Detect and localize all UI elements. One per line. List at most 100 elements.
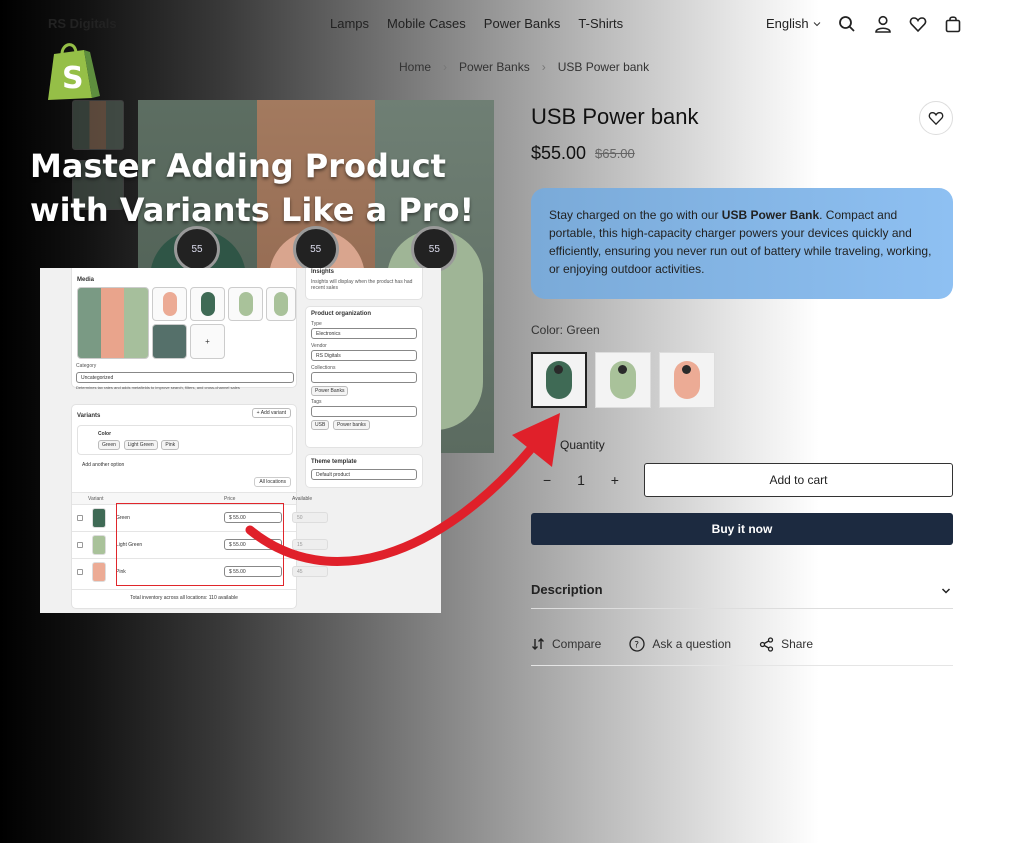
desc-bold: USB Power Bank (721, 208, 820, 222)
ask-question-action[interactable]: ? Ask a question (629, 636, 731, 652)
locations-select[interactable]: All locations (254, 477, 291, 487)
breadcrumb-current: USB Power bank (557, 60, 650, 74)
collections-input[interactable] (311, 372, 417, 383)
nav-item-mobile-cases[interactable]: Mobile Cases (387, 16, 466, 31)
breadcrumb: Home › Power Banks › USB Power bank (399, 60, 649, 74)
nav-item-t-shirts[interactable]: T-Shirts (578, 16, 623, 31)
variant-thumbnail (92, 562, 106, 582)
share-action[interactable]: Share (759, 636, 813, 652)
insights-label: Insights (311, 269, 335, 275)
ask-question-label: Ask a question (652, 637, 732, 651)
variants-card: Variants + Add variant Color Green Light… (71, 404, 328, 609)
compare-icon (532, 638, 544, 650)
add-media-tile[interactable]: + (190, 324, 225, 359)
collection-chip[interactable]: Power Banks (311, 386, 349, 396)
row-checkbox[interactable] (77, 542, 83, 548)
shopify-bag-icon: S (48, 43, 100, 100)
description-accordion[interactable]: Description (531, 582, 953, 609)
nav-item-power-banks[interactable]: Power Banks (484, 16, 561, 31)
tag-chip[interactable]: USB (311, 420, 330, 430)
product-price: $55.00 (531, 143, 587, 163)
heart-icon (928, 111, 944, 126)
swatch-image (674, 361, 700, 399)
media-tile[interactable] (228, 287, 263, 321)
type-input[interactable]: Electronics (311, 328, 417, 339)
wishlist-button[interactable] (919, 101, 953, 135)
row-checkbox[interactable] (77, 569, 83, 575)
media-label: Media (77, 277, 95, 283)
media-tile[interactable] (152, 287, 187, 321)
share-icon (759, 636, 774, 652)
product-title: USB Power bank (531, 104, 699, 129)
language-label: English (766, 16, 809, 31)
color-label-value: Green (566, 323, 600, 337)
search-icon[interactable] (837, 14, 857, 34)
variant-available-input[interactable]: 50 (292, 512, 328, 523)
language-selector[interactable]: English (766, 16, 821, 31)
headline: Master Adding Product with Variants Like… (30, 147, 475, 229)
gallery-thumbnail[interactable] (72, 100, 124, 150)
svg-text:S: S (62, 61, 84, 96)
inventory-total: Total inventory across all locations: 11… (72, 589, 296, 601)
media-tile[interactable] (266, 287, 296, 321)
media-main-tile[interactable] (77, 287, 149, 359)
description-label: Description (531, 582, 603, 597)
row-checkbox[interactable] (77, 515, 83, 521)
product-compare-price: $65.00 (595, 146, 635, 161)
wishlist-icon[interactable] (908, 14, 928, 34)
category-select[interactable]: Uncategorized (76, 372, 294, 383)
insights-text: Insights will display when the product h… (311, 279, 413, 291)
account-icon[interactable] (873, 14, 893, 34)
quantity-increase-button[interactable]: + (611, 472, 619, 488)
main-nav: Lamps Mobile Cases Power Banks T-Shirts (330, 16, 623, 31)
nav-item-lamps[interactable]: Lamps (330, 16, 369, 31)
option-name: Color (98, 431, 112, 437)
collections-label: Collections (311, 365, 336, 371)
variant-available-input[interactable]: 45 (292, 566, 328, 577)
quantity-stepper: − 1 + (531, 463, 631, 497)
cart-bag-icon[interactable] (943, 14, 963, 34)
chevron-down-icon (941, 588, 951, 594)
divider (531, 665, 953, 666)
vendor-input[interactable]: RS Digitals (311, 350, 417, 361)
product-short-description: Stay charged on the go with our USB Powe… (531, 188, 953, 299)
quantity-decrease-button[interactable]: − (543, 472, 551, 488)
variant-available-input[interactable]: 15 (292, 539, 328, 550)
media-tile[interactable] (152, 324, 187, 359)
breadcrumb-power-banks[interactable]: Power Banks (459, 60, 530, 74)
organization-label: Product organization (311, 311, 371, 317)
buy-now-button[interactable]: Buy it now (531, 513, 953, 545)
theme-template-card: Theme template Default product (305, 454, 423, 488)
tags-input[interactable] (311, 406, 417, 417)
add-option-link[interactable]: Add another option (82, 462, 124, 468)
breadcrumb-home[interactable]: Home (399, 60, 431, 74)
swatch-image (610, 361, 636, 399)
breadcrumb-separator: › (443, 60, 448, 74)
option-value-chip: Light Green (123, 440, 158, 450)
tags-label: Tags (311, 399, 322, 405)
insights-card: Insights Insights will display when the … (305, 268, 423, 300)
option-value-chip: Green (98, 440, 120, 450)
product-organization-card: Product organization Type Electronics Ve… (305, 306, 423, 448)
swatch-green[interactable] (531, 352, 587, 408)
col-available: Available (292, 496, 313, 502)
swatch-pink[interactable] (659, 352, 715, 408)
add-variant-button[interactable]: + Add variant (251, 408, 291, 418)
category-label: Category (76, 363, 97, 369)
variant-thumbnail (92, 535, 106, 555)
share-label: Share (781, 637, 814, 651)
quantity-value[interactable]: 1 (577, 472, 585, 488)
theme-select[interactable]: Default product (311, 469, 417, 480)
svg-text:?: ? (635, 641, 640, 651)
variants-label: Variants (77, 413, 101, 419)
store-name[interactable]: RS Digitals (48, 16, 117, 31)
compare-action[interactable]: Compare (531, 636, 601, 652)
swatch-light-green[interactable] (595, 352, 651, 408)
media-tile[interactable] (190, 287, 225, 321)
page: RS Digitals Lamps Mobile Cases Power Ban… (0, 0, 1024, 843)
category-help: Determines tax rates and adds metafields… (76, 385, 240, 390)
add-to-cart-button[interactable]: Add to cart (644, 463, 953, 497)
tag-chip[interactable]: Power banks (332, 420, 370, 430)
col-price: Price (224, 496, 236, 502)
chevron-down-icon (813, 21, 820, 26)
